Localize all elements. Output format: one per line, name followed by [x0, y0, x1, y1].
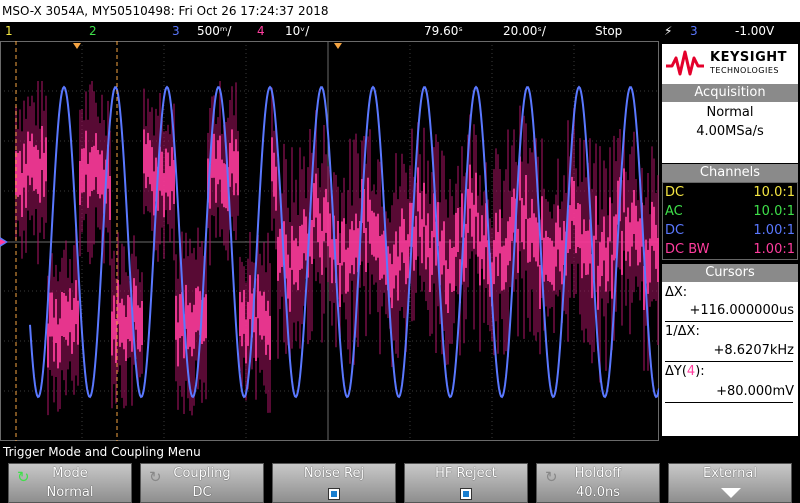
delta-y-label: ΔY(4): — [665, 364, 705, 379]
delta-x-label: ΔX: — [665, 285, 688, 300]
arrow-down-icon — [721, 488, 741, 498]
softkey-mode[interactable]: ↻ Mode Normal — [8, 463, 132, 503]
softkey-external-label: External — [703, 466, 757, 481]
softkey-external[interactable]: External — [668, 463, 792, 503]
softkey-holdoff-value: 40.0ns — [576, 485, 620, 500]
softkey-noise-reject-label: Noise Rej — [303, 466, 365, 481]
divider — [665, 361, 793, 362]
softkey-coupling-label: Coupling — [173, 466, 231, 481]
delta-y-label-pre: ΔY( — [665, 364, 687, 379]
divider — [665, 321, 793, 322]
ch2-coupling: AC — [665, 204, 683, 219]
ch3-scale: 500ᵐ/ — [197, 24, 232, 38]
delta-y-value: +80.000mV — [716, 384, 794, 399]
softkey-noise-reject[interactable]: Noise Rej — [272, 463, 396, 503]
trigger-icon: ⚡ — [664, 24, 673, 38]
channel-row-4: DC BW 1.00:1 — [663, 240, 797, 259]
cursors-header: Cursors — [662, 264, 798, 282]
delta-x-value: +116.000000us — [689, 303, 794, 318]
channel-row-1: DC 10.0:1 — [663, 183, 797, 202]
run-state: Stop — [595, 24, 623, 38]
ch4-scale: 10ᵛ/ — [285, 24, 310, 38]
ch2-indicator[interactable]: 2 — [89, 22, 97, 41]
trigger-level: -1.00V — [735, 24, 775, 38]
hf-reject-checkbox[interactable] — [460, 488, 472, 500]
ch4-coupling: DC BW — [665, 242, 710, 257]
trigger-source: 3 — [690, 24, 698, 38]
time-scale: 20.00ˢ/ — [503, 24, 546, 38]
delta-y-channel: 4 — [686, 364, 696, 379]
softkey-coupling[interactable]: ↻ Coupling DC — [140, 463, 264, 503]
brand-name: KEYSIGHT — [710, 50, 787, 65]
softkey-mode-value: Normal — [46, 485, 94, 500]
noise-reject-checkbox[interactable] — [328, 488, 340, 500]
brand-sub: TECHNOLOGIES — [710, 66, 779, 75]
inverse-delta-x-value: +8.6207kHz — [713, 343, 794, 358]
waveform-display[interactable] — [0, 41, 659, 441]
delta-y-label-post: ): — [695, 364, 705, 379]
status-bar: 1 2 3 500ᵐ/ 4 10ᵛ/ 79.60ˢ 20.00ˢ/ Stop ⚡… — [0, 22, 800, 41]
ch3-coupling: DC — [665, 223, 685, 238]
channels-panel: DC 10.0:1 AC 10.0:1 DC 1.00:1 DC BW 1.00… — [662, 182, 798, 260]
channel-row-3: DC 1.00:1 — [663, 221, 797, 240]
acquisition-header: Acquisition — [662, 84, 798, 102]
acquisition-rate: 4.00MSa/s — [696, 124, 764, 139]
ch4-indicator[interactable]: 4 — [257, 22, 265, 41]
ch3-probe: 1.00:1 — [753, 223, 795, 238]
softkey-mode-label: Mode — [52, 466, 88, 481]
ch2-probe: 10.0:1 — [753, 204, 795, 219]
keysight-wave-icon — [666, 50, 704, 76]
softkey-holdoff[interactable]: ↻ Holdoff 40.0ns — [536, 463, 660, 503]
cursors-panel: ΔX: +116.000000us 1/ΔX: +8.6207kHz ΔY(4)… — [662, 282, 798, 436]
acquisition-mode: Normal — [706, 105, 754, 120]
inverse-delta-x-label: 1/ΔX: — [665, 324, 700, 339]
softkey-hf-reject[interactable]: HF Reject — [404, 463, 528, 503]
ch1-indicator[interactable]: 1 — [5, 22, 13, 41]
divider — [665, 402, 793, 403]
title-bar: MSO-X 3054A, MY50510498: Fri Oct 26 17:2… — [0, 0, 800, 22]
ch1-probe: 10.0:1 — [753, 185, 795, 200]
channel-row-2: AC 10.0:1 — [663, 202, 797, 221]
ch4-probe: 1.00:1 — [753, 242, 795, 257]
channels-header: Channels — [662, 164, 798, 182]
acquisition-panel: Normal 4.00MSa/s — [662, 102, 798, 163]
softkey-hf-reject-label: HF Reject — [435, 466, 497, 481]
menu-title: Trigger Mode and Coupling Menu — [3, 445, 201, 459]
softkey-coupling-value: DC — [192, 485, 212, 500]
softkey-holdoff-label: Holdoff — [574, 466, 622, 481]
keysight-logo: KEYSIGHT TECHNOLOGIES — [662, 44, 798, 84]
ch1-coupling: DC — [665, 185, 685, 200]
softkey-bar: ↻ Mode Normal ↻ Coupling DC Noise Rej HF… — [0, 461, 800, 503]
ch3-indicator[interactable]: 3 — [172, 22, 180, 41]
time-position: 79.60ˢ — [424, 24, 463, 38]
